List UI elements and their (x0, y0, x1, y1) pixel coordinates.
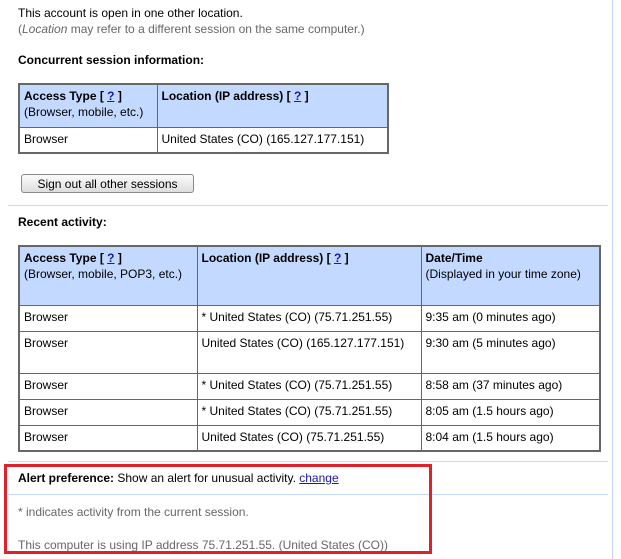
access-type-help-link[interactable]: ? (107, 251, 114, 265)
header-access-type: Access Type [ ? ] (Browser, mobile, etc.) (18, 83, 158, 128)
cell-date-time: 8:05 am (1.5 hours ago) (420, 398, 601, 426)
table-header-row: Access Type [ ? ] (Browser, mobile, POP3,… (18, 245, 601, 306)
separator (8, 461, 608, 462)
cell-access-type: Browser (18, 398, 198, 426)
open-locations-text: This account is open in one other locati… (18, 6, 243, 20)
cell-access-type: Browser (18, 424, 198, 452)
table-row: Browser * United States (CO) (75.71.251.… (18, 398, 601, 426)
cell-access-type: Browser (18, 304, 198, 332)
cell-date-time: 9:30 am (5 minutes ago) (420, 330, 601, 374)
concurrent-heading: Concurrent session information: (18, 53, 205, 67)
cell-access-type: Browser (18, 372, 198, 400)
cell-location: * United States (CO) (75.71.251.55) (196, 372, 422, 400)
header-location: Location (IP address) [ ? ] (196, 245, 422, 306)
cell-location: United States (CO) (165.127.177.151) (156, 126, 389, 154)
table-header-row: Access Type [ ? ] (Browser, mobile, etc.)… (18, 83, 389, 128)
header-access-type: Access Type [ ? ] (Browser, mobile, POP3,… (18, 245, 198, 306)
cell-location: United States (CO) (165.127.177.151) (196, 330, 422, 374)
recent-activity-table: Access Type [ ? ] (Browser, mobile, POP3,… (18, 245, 601, 452)
cell-access-type: Browser (18, 330, 198, 374)
table-row: Browser United States (CO) (165.127.177.… (18, 330, 601, 374)
cell-location: * United States (CO) (75.71.251.55) (196, 398, 422, 426)
table-row: Browser * United States (CO) (75.71.251.… (18, 372, 601, 400)
access-type-help-link[interactable]: ? (107, 89, 114, 103)
cell-location: United States (CO) (75.71.251.55) (196, 424, 422, 452)
table-row: Browser * United States (CO) (75.71.251.… (18, 304, 601, 332)
concurrent-session-table: Access Type [ ? ] (Browser, mobile, etc.)… (18, 83, 389, 154)
sign-out-other-sessions-button[interactable]: Sign out all other sessions (21, 174, 194, 193)
recent-activity-heading: Recent activity: (18, 215, 107, 229)
panel-right-border (612, 0, 613, 559)
cell-access-type: Browser (18, 126, 158, 154)
table-row: Browser United States (CO) (165.127.177.… (18, 126, 389, 154)
cell-date-time: 8:04 am (1.5 hours ago) (420, 424, 601, 452)
separator (8, 205, 608, 206)
cell-date-time: 9:35 am (0 minutes ago) (420, 304, 601, 332)
location-note: (Location may refer to a different sessi… (18, 22, 365, 36)
header-location: Location (IP address) [ ? ] (156, 83, 389, 128)
table-row: Browser United States (CO) (75.71.251.55… (18, 424, 601, 452)
cell-location: * United States (CO) (75.71.251.55) (196, 304, 422, 332)
header-date-time: Date/Time (Displayed in your time zone) (420, 245, 601, 306)
cell-date-time: 8:58 am (37 minutes ago) (420, 372, 601, 400)
highlight-box (4, 464, 432, 554)
